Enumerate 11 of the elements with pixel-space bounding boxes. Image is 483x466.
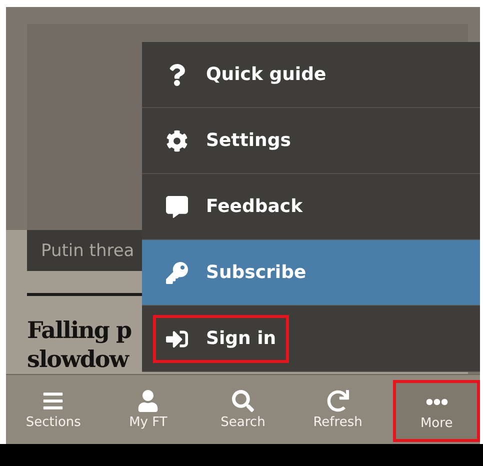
refresh-icon bbox=[326, 390, 349, 412]
tab-button[interactable]: My FT bbox=[100, 375, 196, 444]
menu-item[interactable]: Subscribe bbox=[142, 240, 480, 306]
user-icon bbox=[137, 390, 160, 412]
menu-icon bbox=[42, 390, 64, 412]
search-icon bbox=[232, 390, 254, 412]
tab-button[interactable]: More bbox=[393, 380, 480, 442]
tab-button[interactable]: Search bbox=[196, 375, 290, 444]
tab-button[interactable]: Refresh bbox=[290, 375, 386, 444]
story-teaser[interactable]: Putin threa bbox=[27, 230, 142, 271]
tab-button[interactable]: Sections bbox=[6, 375, 101, 444]
